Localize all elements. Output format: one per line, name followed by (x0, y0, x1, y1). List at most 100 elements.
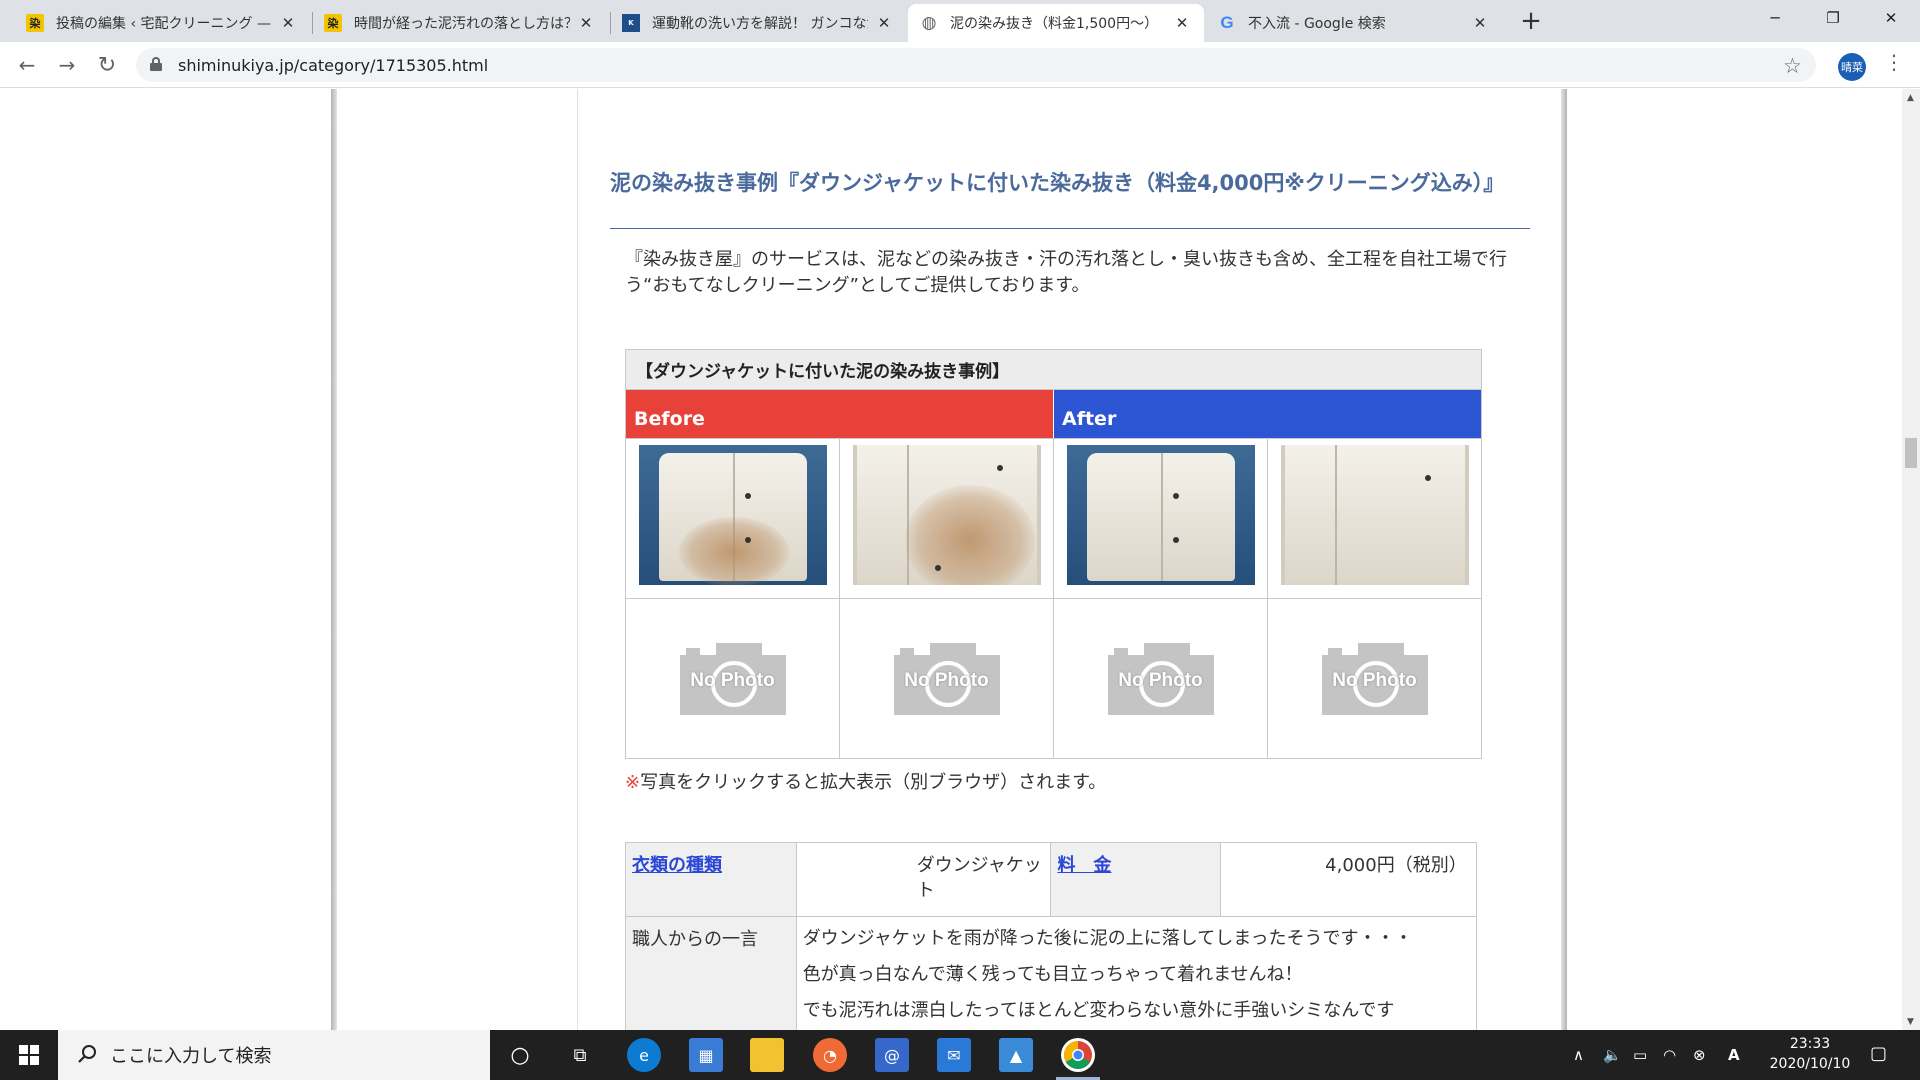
close-window-button[interactable]: ✕ (1868, 0, 1914, 36)
site-logo-icon: 染 (26, 14, 44, 32)
battery-icon[interactable]: ▭ (1633, 1046, 1647, 1064)
case-title: 【ダウンジャケットに付いた泥の染み抜き事例】 (626, 350, 1481, 390)
before-photo-1[interactable] (638, 445, 827, 585)
after-photo-2[interactable] (1280, 445, 1469, 585)
back-button[interactable]: ← (12, 50, 42, 80)
photo-cell: No Photo (626, 599, 840, 758)
before-photo-2[interactable] (852, 445, 1041, 585)
chrome-icon[interactable] (1061, 1038, 1095, 1072)
scroll-up-arrow-icon[interactable]: ▲ (1907, 93, 1914, 103)
action-center-icon[interactable]: ▢ (1870, 1043, 1887, 1064)
task-view-icon[interactable]: ⧉ (563, 1038, 597, 1072)
menu-icon[interactable]: ⋮ (1884, 50, 1904, 74)
close-tab-icon[interactable]: ✕ (874, 13, 894, 33)
no-photo-placeholder: No Photo (1107, 642, 1214, 715)
show-hidden-icons[interactable]: ∧ (1573, 1046, 1584, 1064)
price-link[interactable]: 料 金 (1057, 855, 1111, 876)
app-icon[interactable]: ◔ (813, 1038, 847, 1072)
tab-title: 時間が経った泥汚れの落とし方は？ (354, 16, 570, 32)
bookmark-star-icon[interactable]: ☆ (1783, 54, 1802, 78)
photos-icon[interactable]: ▲ (999, 1038, 1033, 1072)
tab-title: 運動靴の洗い方を解説！ ガンコな汚 (652, 16, 868, 32)
tab-title: 泥の染み抜き（料金1,500円～） (950, 16, 1159, 32)
lock-icon (150, 57, 162, 71)
comment-line: 色が真っ白なんで薄く残っても目立っちゃって着れませんね！ (802, 964, 1303, 985)
before-label: Before (626, 390, 1053, 438)
tab-5[interactable]: G 不入流 - Google 検索 ✕ (1206, 4, 1502, 42)
forward-button[interactable]: → (52, 50, 82, 80)
scrollbar-thumb[interactable] (1905, 438, 1917, 468)
minimize-button[interactable]: ─ (1752, 0, 1798, 36)
notification-blocked-icon[interactable]: ⊗ (1693, 1046, 1706, 1064)
windows-taskbar: ここに入力して検索 ○ ⧉ e ▦ ◔ @ ✉ ▲ ∧ 🔈 ▭ ◠ ⊗ A 23… (0, 1030, 1920, 1080)
photo-row (626, 438, 1481, 598)
table-row: 職人からの一言 ダウンジャケットを雨が降った後に泥の上に落してしまったそうです・… (625, 916, 1478, 1030)
comment-line: でも泥汚れは漂白したってほとんど変わらない意外に手強いシミなんです (802, 1000, 1395, 1021)
mail-app-icon[interactable]: @ (875, 1038, 909, 1072)
tab-3[interactable]: K 運動靴の洗い方を解説！ ガンコな汚 ✕ (610, 4, 906, 42)
cortana-icon[interactable]: ○ (503, 1038, 537, 1072)
close-tab-icon[interactable]: ✕ (278, 13, 298, 33)
tab-title: 投稿の編集 ‹ 宅配クリーニング — W (56, 16, 272, 32)
page-shadow-right (1561, 89, 1567, 1030)
restore-button[interactable]: ❐ (1810, 0, 1856, 36)
scroll-down-arrow-icon[interactable]: ▼ (1907, 1017, 1914, 1027)
clock-date: 2020/10/10 (1769, 1056, 1851, 1072)
browser-toolbar: ← → ↻ shiminukiya.jp/category/1715305.ht… (0, 42, 1920, 88)
no-photo-placeholder: No Photo (1321, 642, 1428, 715)
search-placeholder: ここに入力して検索 (110, 1046, 272, 1067)
photo-cell: No Photo (1268, 599, 1481, 758)
kaji-taku-icon: K (622, 14, 640, 32)
reload-button[interactable]: ↻ (92, 50, 122, 80)
garment-value: ダウンジャケット (916, 855, 1042, 901)
spec-table: 衣類の種類 ダウンジャケット 料 金 4,000円（税別） 職人からの一言 ダウ… (625, 842, 1478, 1030)
after-label: After (1053, 390, 1481, 438)
before-after-header: Before After (626, 390, 1481, 438)
photo-row: No Photo No Photo No Photo No Photo (626, 598, 1481, 758)
garment-label-cell: 衣類の種類 (625, 842, 797, 917)
photo-cell[interactable] (626, 439, 840, 598)
globe-icon: ◍ (921, 13, 937, 33)
close-tab-icon[interactable]: ✕ (1470, 13, 1490, 33)
column-divider (577, 89, 578, 1030)
edge-icon[interactable]: e (627, 1038, 661, 1072)
tab-strip: 染 投稿の編集 ‹ 宅配クリーニング — W ✕ 染 時間が経った泥汚れの落とし… (0, 0, 1920, 42)
tab-1[interactable]: 染 投稿の編集 ‹ 宅配クリーニング — W ✕ (14, 4, 310, 42)
taskbar-search[interactable]: ここに入力して検索 (58, 1030, 490, 1080)
address-bar[interactable]: shiminukiya.jp/category/1715305.html (136, 48, 1816, 82)
page-viewport: 泥の染み抜き事例『ダウンジャケットに付いた染み抜き（料金4,000円※クリーニン… (0, 89, 1902, 1030)
tab-title: 不入流 - Google 検索 (1248, 16, 1386, 32)
new-tab-button[interactable]: + (1516, 6, 1546, 36)
start-button[interactable] (0, 1030, 58, 1080)
store-icon[interactable]: ▦ (689, 1038, 723, 1072)
after-photo-1[interactable] (1066, 445, 1255, 585)
windows-logo-icon (19, 1045, 39, 1065)
tab-4-active[interactable]: ◍ 泥の染み抜き（料金1,500円～） ✕ (908, 4, 1204, 42)
close-tab-icon[interactable]: ✕ (1172, 13, 1192, 33)
garment-type-link[interactable]: 衣類の種類 (632, 855, 722, 876)
photo-note: ※写真をクリックすると拡大表示（別ブラウザ）されます。 (625, 768, 1106, 794)
close-tab-icon[interactable]: ✕ (576, 13, 596, 33)
url-text[interactable]: shiminukiya.jp/category/1715305.html (178, 56, 488, 75)
ime-icon[interactable]: A (1728, 1046, 1740, 1064)
system-clock[interactable]: 23:33 2020/10/10 (1766, 1034, 1854, 1074)
vertical-scrollbar[interactable]: ▲ ▼ (1902, 89, 1920, 1030)
volume-icon[interactable]: 🔈 (1603, 1046, 1622, 1064)
note-mark: ※ (625, 772, 641, 793)
google-icon: G (1220, 13, 1234, 32)
photo-cell[interactable] (1054, 439, 1268, 598)
tab-2[interactable]: 染 時間が経った泥汚れの落とし方は？ ✕ (312, 4, 608, 42)
comment-label: 職人からの一言 (632, 929, 758, 950)
profile-avatar[interactable]: 晴菜 (1838, 53, 1866, 81)
no-photo-text: No Photo (1118, 669, 1203, 691)
photo-cell[interactable] (840, 439, 1054, 598)
no-photo-text: No Photo (690, 669, 775, 691)
explorer-icon[interactable] (750, 1038, 784, 1072)
photo-cell[interactable] (1268, 439, 1481, 598)
photo-cell: No Photo (840, 599, 1054, 758)
page-shadow-left (331, 89, 337, 1030)
wifi-icon[interactable]: ◠ (1663, 1046, 1676, 1064)
clock-time: 23:33 (1789, 1036, 1831, 1052)
mail-icon[interactable]: ✉ (937, 1038, 971, 1072)
table-row: 衣類の種類 ダウンジャケット 料 金 4,000円（税別） (625, 842, 1477, 917)
